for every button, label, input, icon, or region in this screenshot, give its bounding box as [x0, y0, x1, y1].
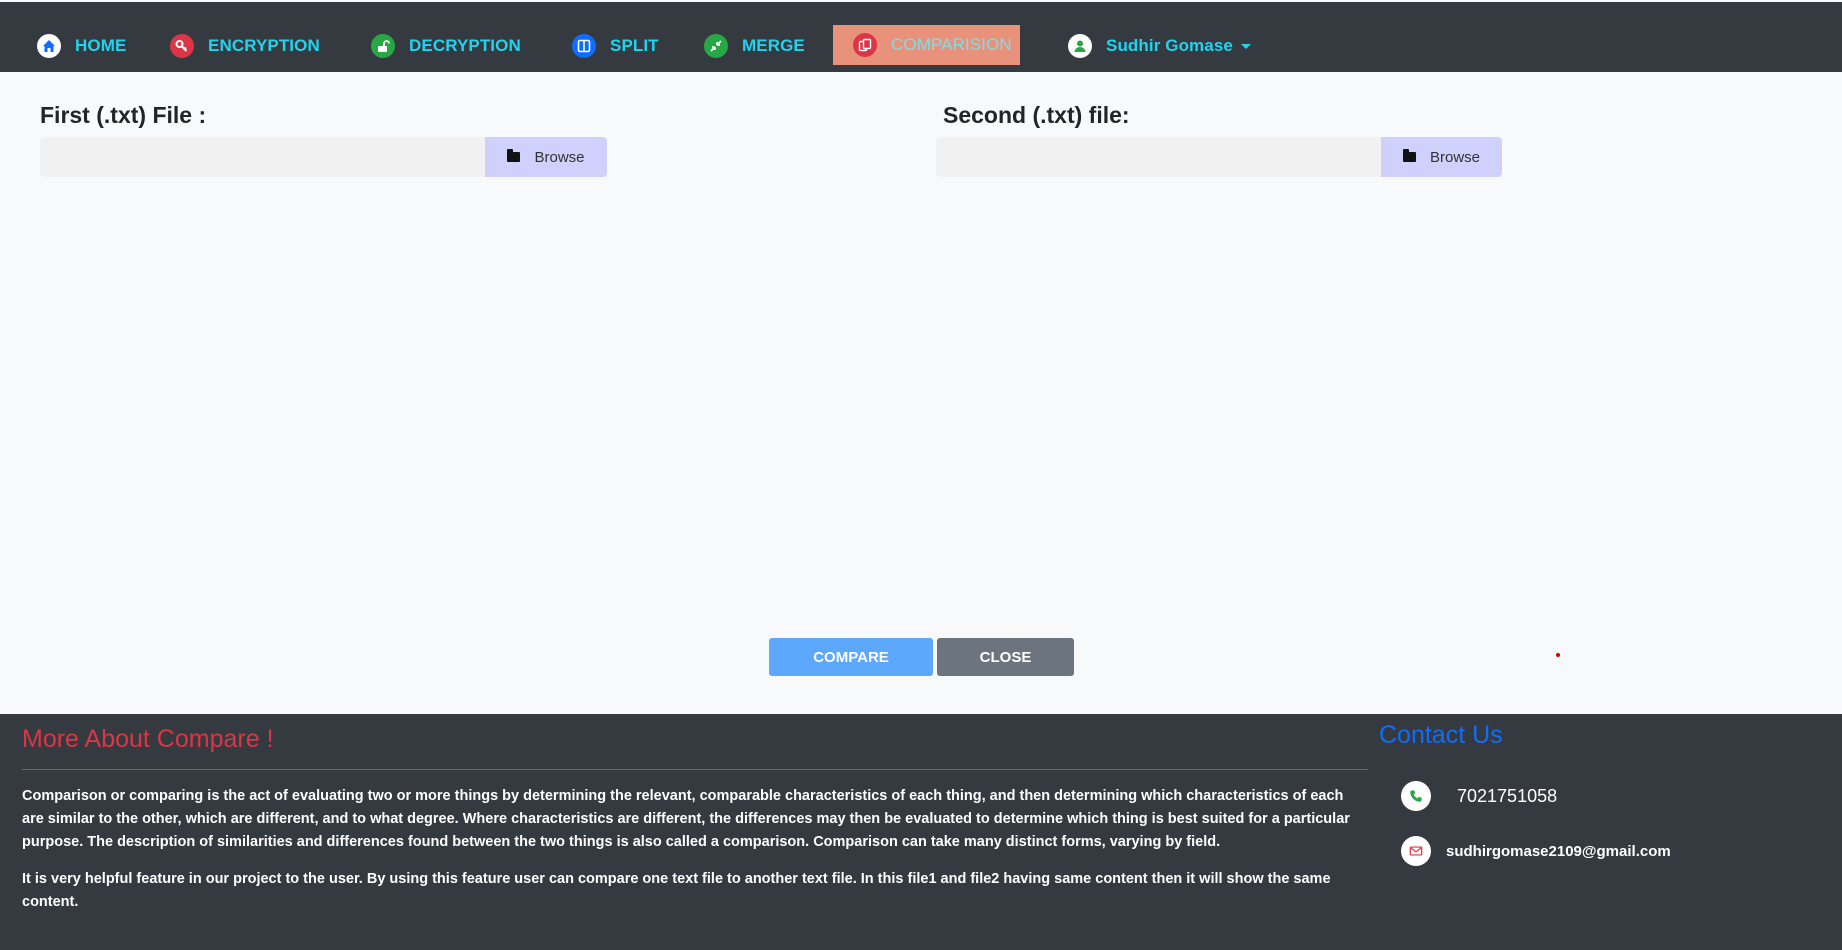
red-dot [1556, 653, 1560, 657]
first-file-input[interactable] [40, 137, 485, 177]
first-browse-button[interactable]: Browse [485, 137, 607, 177]
contact-title: Contact Us [1379, 721, 1503, 749]
merge-icon [704, 34, 728, 58]
main-content: First (.txt) File : Browse Second (.txt)… [0, 72, 1842, 714]
nav-merge[interactable]: MERGE [704, 26, 805, 66]
columns-icon [572, 34, 596, 58]
nav-comparision-label: COMPARISION [891, 35, 1012, 54]
phone-icon [1401, 781, 1431, 811]
contact-email: sudhirgomase2109@gmail.com [1401, 836, 1671, 866]
second-browse-button[interactable]: Browse [1381, 137, 1502, 177]
nav-decryption[interactable]: DECRYPTION [371, 26, 521, 66]
contact-phone: 7021751058 [1401, 781, 1557, 811]
first-browse-label: Browse [534, 148, 585, 166]
nav-decryption-label: DECRYPTION [409, 36, 521, 55]
about-paragraph-2: It is very helpful feature in our projec… [22, 871, 1331, 910]
key-icon [170, 34, 194, 58]
second-file-group: Browse [936, 137, 1502, 177]
caret-down-icon [1240, 43, 1251, 49]
nav-home[interactable]: HOME [37, 26, 126, 66]
compare-button[interactable]: COMPARE [769, 638, 933, 676]
copy-icon [853, 33, 877, 57]
nav-split-label: SPLIT [610, 36, 659, 55]
unlock-icon [371, 34, 395, 58]
about-divider [22, 769, 1368, 770]
about-title: More About Compare ! [22, 725, 274, 753]
close-button[interactable]: CLOSE [937, 638, 1074, 676]
second-browse-label: Browse [1429, 148, 1481, 166]
phone-number: 7021751058 [1457, 785, 1558, 806]
home-icon [37, 34, 61, 58]
nav-comparision[interactable]: COMPARISION [833, 25, 1020, 65]
folder-icon [507, 149, 521, 162]
nav-encryption[interactable]: ENCRYPTION [170, 26, 320, 66]
user-icon [1068, 34, 1092, 58]
user-name: Sudhir Gomase [1106, 36, 1233, 55]
about-paragraph-1: Comparison or comparing is the act of ev… [22, 788, 1350, 850]
envelope-icon [1401, 836, 1431, 866]
first-file-group: Browse [40, 137, 607, 177]
nav-split[interactable]: SPLIT [572, 26, 659, 66]
folder-icon [1402, 149, 1416, 162]
footer: More About Compare ! Comparison or compa… [0, 714, 1842, 950]
email-address[interactable]: sudhirgomase2109@gmail.com [1446, 843, 1671, 860]
second-file-input[interactable] [936, 137, 1381, 177]
nav-encryption-label: ENCRYPTION [208, 36, 320, 55]
first-file-label: First (.txt) File : [40, 102, 207, 128]
nav-home-label: HOME [75, 36, 127, 55]
second-file-label: Second (.txt) file: [943, 102, 1130, 128]
user-dropdown[interactable]: Sudhir Gomase [1068, 26, 1251, 66]
nav-merge-label: MERGE [742, 36, 805, 55]
top-navbar: HOME ENCRYPTION DECRYPTION SPLIT MERGE C… [0, 0, 1842, 72]
